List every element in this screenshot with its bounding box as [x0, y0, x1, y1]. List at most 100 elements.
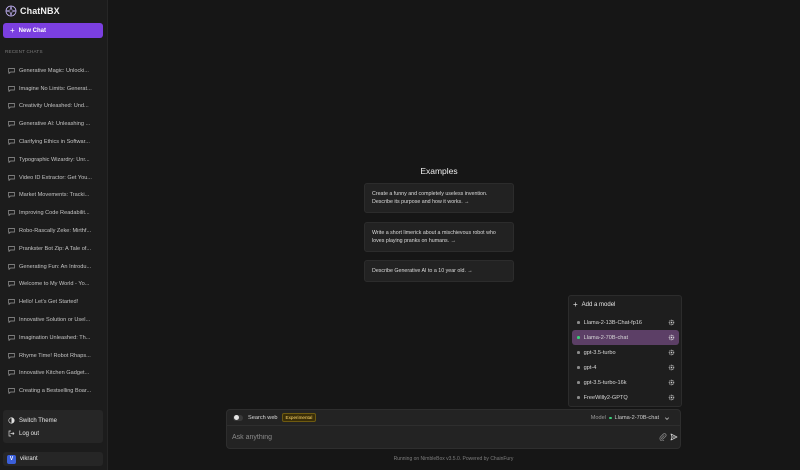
chat-item-title: Typographic Wizardry: Unr... — [19, 156, 90, 163]
chat-item-title: Rhyme Time! Robot Rhaps... — [19, 352, 91, 359]
examples-heading: Examples — [420, 166, 458, 176]
chat-item-title: Generative AI: Unleashing ... — [19, 121, 91, 128]
chat-item[interactable]: Welcome to My World - Yo... — [3, 276, 103, 294]
chat-item[interactable]: Generating Fun: An Introdu... — [3, 258, 103, 276]
model-dropdown[interactable]: Model Llama-2-70B-chat — [591, 415, 670, 421]
chat-bubble-icon — [8, 352, 15, 359]
chat-item[interactable]: Generative AI: Unleashing ... — [3, 115, 103, 133]
logout-button[interactable]: Log out — [3, 427, 103, 440]
model-selector-popup: + Add a model Llama-2-13B-Chat-fp16 Llam… — [568, 295, 682, 407]
chat-item[interactable]: Imagination Unleashed: Th... — [3, 329, 103, 347]
send-icon[interactable] — [670, 433, 678, 441]
model-option[interactable]: Llama-2-13B-Chat-fp16 — [572, 315, 679, 330]
plus-icon: + — [10, 25, 15, 35]
chat-item[interactable]: Innovative Solution or Usel... — [3, 311, 103, 329]
sidebar: ChatNBX + New Chat RECENT CHATS Generati… — [0, 0, 108, 470]
prompt-input[interactable] — [230, 429, 650, 445]
search-web-label: Search web — [248, 414, 278, 421]
chat-input-panel: Search web Experimental Model Llama-2-70… — [226, 409, 681, 449]
brand[interactable]: ChatNBX — [5, 4, 60, 18]
chat-item[interactable]: Prankster Bot Zip: A Tale of... — [3, 240, 103, 258]
chat-bubble-icon — [8, 263, 15, 270]
chat-bubble-icon — [8, 246, 15, 252]
chat-item[interactable]: Video ID Extractor: Get You... — [3, 169, 103, 187]
footer-text: Running on NimbleBox v3.5.0. Powered by … — [393, 456, 514, 462]
chat-item[interactable]: Creativity Unleashed: Und... — [3, 98, 103, 116]
chat-item[interactable]: Robo-Rascally Zeke: Mirthf... — [3, 222, 103, 240]
chat-bubble-icon — [8, 228, 15, 235]
new-chat-label: New Chat — [18, 27, 47, 34]
chat-bubble-icon — [8, 317, 15, 324]
search-web-toggle[interactable] — [233, 414, 243, 421]
brand-name: ChatNBX — [20, 6, 60, 16]
switch-theme-button[interactable]: Switch Theme — [3, 414, 103, 427]
model-option[interactable]: FreeWilly2-GPTQ — [572, 390, 679, 405]
avatar: V — [7, 454, 16, 464]
chat-item-title: Video ID Extractor: Get You... — [19, 174, 92, 181]
new-chat-button[interactable]: + New Chat — [3, 23, 103, 38]
model-name: gpt-3.5-turbo-16k — [583, 379, 627, 386]
recent-chats-heading: RECENT CHATS — [5, 49, 43, 54]
paperclip-icon[interactable] — [659, 433, 667, 441]
chat-item-title: Robo-Rascally Zeke: Mirthf... — [19, 228, 92, 235]
chat-item[interactable]: Imagine No Limits: Generat... — [3, 80, 103, 98]
gear-icon[interactable] — [668, 394, 675, 401]
model-name: FreeWilly2-GPTQ — [583, 394, 628, 401]
chat-item-title: Prankster Bot Zip: A Tale of... — [19, 245, 92, 252]
chat-bubble-icon — [8, 68, 15, 74]
chat-bubble-icon — [8, 370, 15, 377]
logout-label: Log out — [19, 430, 40, 437]
model-option[interactable]: gpt-3.5-turbo-16k — [572, 375, 679, 390]
chat-bubble-icon — [8, 139, 15, 146]
gear-icon[interactable] — [668, 334, 675, 341]
gear-icon[interactable] — [668, 319, 675, 326]
chat-item[interactable]: Market Movements: Tracki... — [3, 187, 103, 205]
chat-bubble-icon — [8, 121, 15, 128]
example-prompt-card[interactable]: Write a short limerick about a mischievo… — [364, 222, 514, 253]
model-name: gpt-4 — [583, 364, 597, 371]
gear-icon[interactable] — [668, 379, 675, 386]
chat-item[interactable]: Hello! Let's Get Started! — [3, 293, 103, 311]
model-option[interactable]: gpt-4 — [572, 360, 679, 375]
model-option[interactable]: gpt-3.5-turbo — [572, 345, 679, 360]
user-name: vikrant — [20, 456, 38, 462]
chat-item[interactable]: Innovative Kitchen Gadget... — [3, 365, 103, 383]
chat-item-title: Welcome to My World - Yo... — [19, 281, 90, 288]
chevron-down-icon — [664, 416, 670, 420]
plus-icon: + — [573, 300, 578, 309]
status-dot-icon — [577, 396, 580, 399]
chat-item-title: Hello! Let's Get Started! — [19, 299, 79, 306]
model-label: Model — [590, 415, 606, 421]
experimental-badge: Experimental — [281, 413, 317, 422]
example-prompt-card[interactable]: Create a funny and completely useless in… — [364, 183, 514, 214]
chat-item[interactable]: Typographic Wizardry: Unr... — [3, 151, 103, 169]
status-dot-icon — [577, 336, 580, 339]
add-model-button[interactable]: + Add a model — [573, 301, 615, 309]
chat-item[interactable]: Creating a Bestselling Boar... — [3, 382, 103, 400]
model-option-selected[interactable]: Llama-2-70B-chat — [572, 330, 679, 345]
recent-chat-list: Generative Magic: Unlocki... Imagine No … — [3, 62, 103, 400]
example-prompt-card[interactable]: Describe Generative AI to a 10 year old.… — [364, 260, 514, 283]
chat-item-title: Clarifying Ethics in Softwar... — [19, 139, 90, 146]
user-profile[interactable]: V vikrant — [3, 452, 103, 466]
sidebar-settings-box: Switch Theme Log out — [3, 410, 103, 443]
chat-item[interactable]: Improving Code Readabilit... — [3, 204, 103, 222]
status-dot-icon — [577, 321, 580, 324]
model-name: gpt-3.5-turbo — [583, 349, 616, 356]
chatnbx-logo-icon — [5, 5, 17, 17]
chat-bubble-icon — [8, 210, 15, 217]
chat-item[interactable]: Clarifying Ethics in Softwar... — [3, 133, 103, 151]
model-value: Llama-2-70B-chat — [614, 415, 659, 421]
status-dot-icon — [608, 416, 612, 420]
chat-item[interactable]: Rhyme Time! Robot Rhaps... — [3, 347, 103, 365]
input-options-bar: Search web Experimental Model Llama-2-70… — [227, 410, 680, 426]
chat-bubble-icon — [8, 281, 15, 288]
chat-item[interactable]: Generative Magic: Unlocki... — [3, 62, 103, 80]
add-model-label: Add a model — [581, 302, 616, 308]
gear-icon[interactable] — [668, 364, 675, 371]
chat-bubble-icon — [8, 85, 15, 92]
logout-icon — [8, 430, 15, 437]
chat-item-title: Generative Magic: Unlocki... — [19, 67, 89, 74]
gear-icon[interactable] — [668, 349, 675, 356]
switch-theme-label: Switch Theme — [19, 417, 57, 424]
